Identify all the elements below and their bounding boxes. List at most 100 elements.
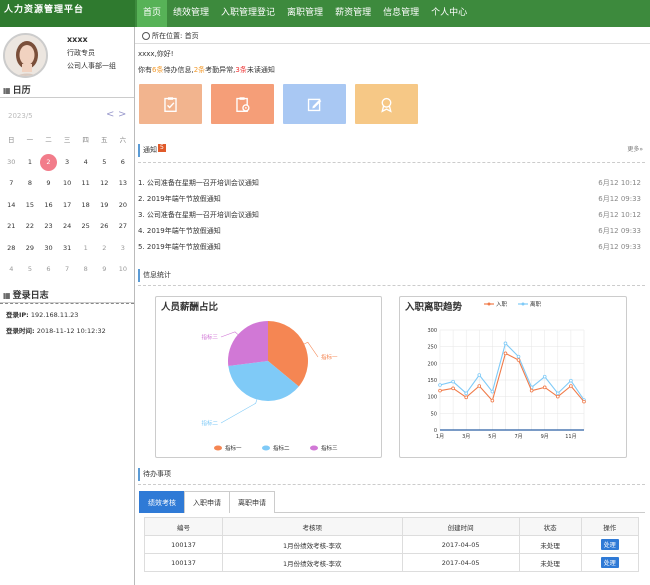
- data-point[interactable]: [490, 389, 495, 394]
- calendar-day[interactable]: 31: [58, 238, 77, 260]
- calendar-day[interactable]: 1: [76, 238, 95, 260]
- data-point[interactable]: [529, 388, 534, 393]
- calendar-day[interactable]: 7: [2, 173, 21, 195]
- data-point[interactable]: [556, 394, 560, 399]
- nav-info[interactable]: 信息管理: [377, 0, 425, 27]
- process-button[interactable]: 处理: [600, 539, 619, 550]
- tab-performance[interactable]: 绩效考核: [139, 491, 185, 513]
- calendar-day[interactable]: 14: [2, 195, 21, 217]
- chevron-left-icon[interactable]: <: [106, 109, 114, 120]
- legend-label[interactable]: 入职: [496, 301, 508, 308]
- calendar-day[interactable]: 6: [39, 259, 58, 281]
- legend-label[interactable]: 指标三: [321, 444, 338, 452]
- calendar-day[interactable]: 26: [95, 216, 114, 238]
- calendar-day[interactable]: 5: [21, 259, 40, 281]
- calendar-day[interactable]: 13: [114, 173, 133, 195]
- calendar-day[interactable]: 9: [95, 259, 114, 281]
- calendar-day[interactable]: 8: [21, 173, 40, 195]
- data-point[interactable]: [516, 354, 521, 359]
- tab-resignation[interactable]: 离职申请: [229, 491, 275, 513]
- calendar-day[interactable]: 1: [21, 152, 40, 174]
- data-point[interactable]: [582, 399, 586, 404]
- nav-salary[interactable]: 薪资管理: [329, 0, 377, 27]
- notice-item[interactable]: 3. 公司准备在星期一召开培训会议通知 6月12 10:12: [138, 210, 641, 220]
- calendar-day[interactable]: 7: [58, 259, 77, 281]
- calendar-day[interactable]: 8: [76, 259, 95, 281]
- legend-label[interactable]: 指标二: [273, 444, 290, 452]
- tab-onboarding[interactable]: 入职申请: [184, 491, 230, 513]
- calendar-day[interactable]: 18: [76, 195, 95, 217]
- data-point[interactable]: [438, 383, 442, 387]
- calendar-day[interactable]: 16: [39, 195, 58, 217]
- data-point[interactable]: [556, 391, 560, 396]
- calendar-day[interactable]: 24: [58, 216, 77, 238]
- calendar-day[interactable]: 30: [2, 152, 21, 174]
- shortcut-tile-3[interactable]: [283, 84, 346, 124]
- data-point[interactable]: [542, 374, 547, 379]
- chevron-right-icon[interactable]: >: [118, 109, 126, 120]
- calendar-day[interactable]: 4: [2, 259, 21, 281]
- shortcut-tile-1[interactable]: [139, 84, 202, 124]
- data-point[interactable]: [464, 395, 468, 400]
- data-point[interactable]: [542, 385, 547, 390]
- nav-resignation[interactable]: 离职管理: [281, 0, 329, 27]
- calendar-day[interactable]: 9: [39, 173, 58, 195]
- data-point[interactable]: [503, 351, 508, 356]
- calendar-day[interactable]: 3: [58, 152, 77, 174]
- data-point[interactable]: [477, 384, 482, 388]
- stats-title: 信息统计: [143, 271, 171, 279]
- calendar-day[interactable]: 30: [39, 238, 58, 260]
- data-point[interactable]: [451, 379, 455, 384]
- data-point[interactable]: [569, 378, 573, 383]
- calendar-day[interactable]: 23: [39, 216, 58, 238]
- more-link[interactable]: 更多»: [627, 144, 643, 153]
- notice-item[interactable]: 5. 2019年端午节放假通知 6月12 09:33: [138, 242, 641, 252]
- calendar-day[interactable]: 15: [21, 195, 40, 217]
- legend-swatch[interactable]: [310, 445, 318, 451]
- calendar-day[interactable]: 5: [95, 152, 114, 174]
- calendar-day[interactable]: 19: [95, 195, 114, 217]
- breadcrumb-home[interactable]: 首页: [185, 32, 199, 40]
- data-point[interactable]: [438, 388, 442, 393]
- calendar-day[interactable]: 12: [95, 173, 114, 195]
- notice-item[interactable]: 2. 2019年端午节放假通知 6月12 09:33: [138, 194, 641, 204]
- data-point[interactable]: [477, 373, 482, 377]
- nav-personal[interactable]: 个人中心: [425, 0, 473, 27]
- calendar-day[interactable]: 3: [114, 238, 133, 260]
- legend-label[interactable]: 指标一: [225, 444, 242, 452]
- legend-label[interactable]: 离职: [530, 300, 542, 308]
- calendar-day[interactable]: 11: [76, 173, 95, 195]
- calendar-today[interactable]: 2: [39, 152, 58, 174]
- data-point[interactable]: [516, 358, 521, 362]
- data-point[interactable]: [451, 386, 455, 391]
- calendar-day[interactable]: 21: [2, 216, 21, 238]
- nav-home[interactable]: 首页: [137, 0, 168, 27]
- data-point[interactable]: [503, 341, 508, 346]
- data-point[interactable]: [569, 384, 573, 388]
- calendar-day[interactable]: 17: [58, 195, 77, 217]
- calendar-day[interactable]: 6: [114, 152, 133, 174]
- calendar-day[interactable]: 10: [58, 173, 77, 195]
- calendar-day[interactable]: 2: [95, 238, 114, 260]
- process-button[interactable]: 处理: [600, 557, 619, 568]
- avatar[interactable]: [3, 33, 48, 78]
- calendar-day[interactable]: 25: [76, 216, 95, 238]
- notice-item[interactable]: 1. 公司准备在星期一召开培训会议通知 6月12 10:12: [138, 178, 641, 188]
- data-point[interactable]: [490, 398, 495, 403]
- data-point[interactable]: [464, 391, 468, 396]
- shortcut-tile-2[interactable]: [211, 84, 274, 124]
- calendar-day[interactable]: 29: [21, 238, 40, 260]
- shortcut-tile-4[interactable]: [355, 84, 418, 124]
- calendar-day[interactable]: 4: [76, 152, 95, 174]
- legend-swatch[interactable]: [262, 445, 270, 451]
- nav-performance[interactable]: 绩效管理: [167, 0, 215, 27]
- calendar-day[interactable]: 28: [2, 238, 21, 260]
- calendar-day[interactable]: 20: [114, 195, 133, 217]
- legend-swatch[interactable]: [214, 445, 222, 451]
- calendar-day[interactable]: 22: [21, 216, 40, 238]
- calendar-day[interactable]: 10: [114, 259, 133, 281]
- nav-onboarding[interactable]: 入职管理登记: [215, 0, 281, 27]
- notice-item[interactable]: 4. 2019年端午节放假通知 6月12 09:33: [138, 226, 641, 236]
- notice-badge: 5: [158, 144, 166, 152]
- calendar-day[interactable]: 27: [114, 216, 133, 238]
